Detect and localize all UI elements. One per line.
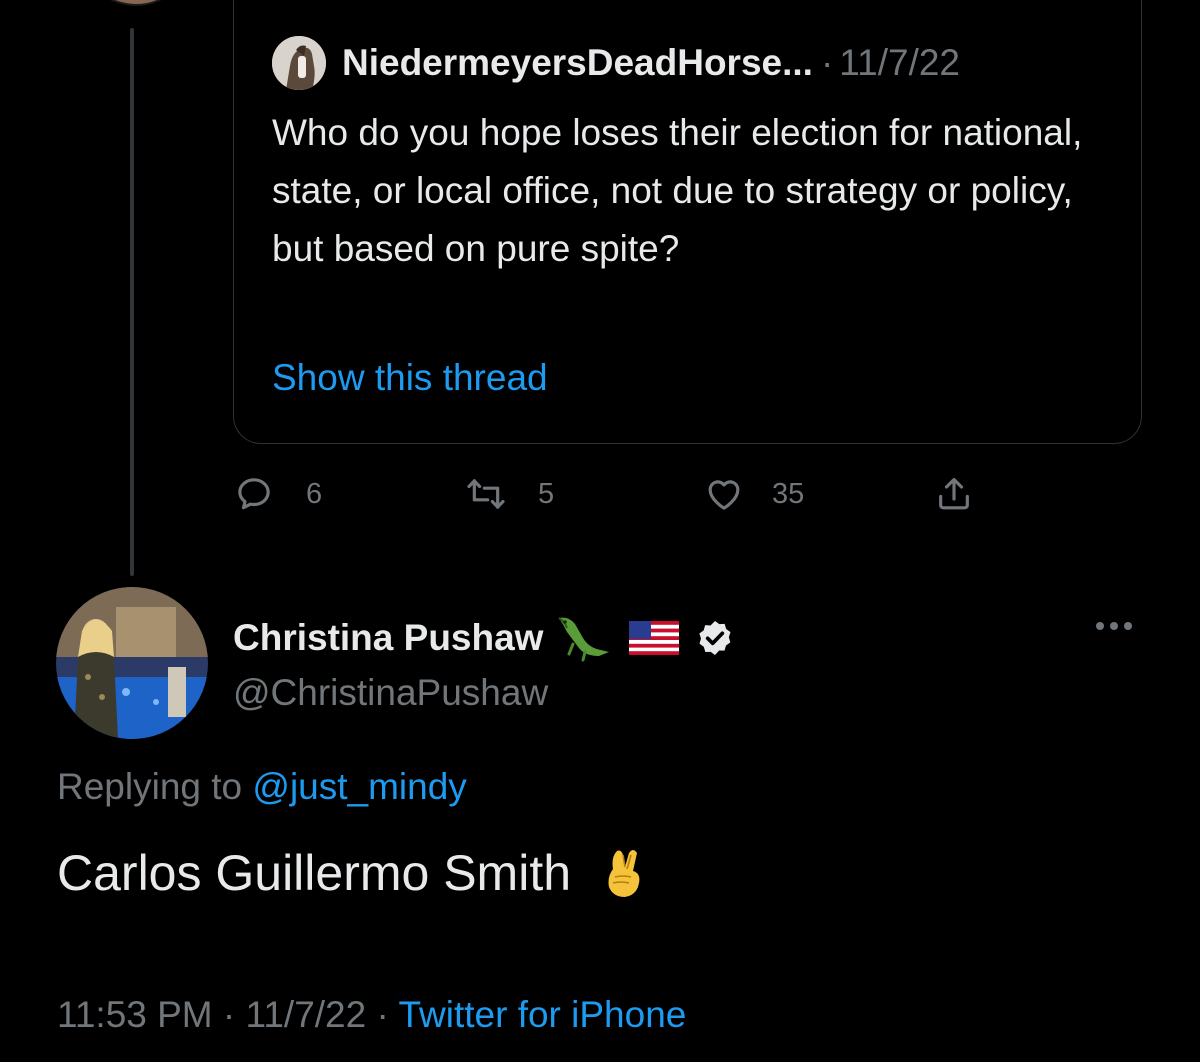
replying-prefix: Replying to <box>57 766 243 807</box>
retweet-button[interactable]: 5 <box>466 474 554 514</box>
show-thread-link[interactable]: Show this thread <box>272 352 548 404</box>
us-flag-emoji-icon <box>629 621 680 655</box>
retweet-icon <box>467 479 505 509</box>
horse-avatar-image <box>272 36 326 90</box>
like-button[interactable]: 35 <box>704 474 804 514</box>
quoted-author-name[interactable]: NiedermeyersDeadHorse... <box>342 42 813 84</box>
retweet-count: 5 <box>538 477 555 510</box>
reply-author-avatar[interactable] <box>56 587 208 739</box>
reply-tweet-text: Carlos Guillermo Smith <box>57 844 645 902</box>
quoted-separator: · <box>820 42 834 83</box>
crossed-fingers-emoji-icon <box>601 847 645 899</box>
like-icon <box>708 480 740 510</box>
alligator-emoji-icon <box>553 614 613 662</box>
more-dot <box>1124 622 1132 630</box>
tweet-date[interactable]: 11/7/22 <box>246 994 367 1035</box>
thread-connector-line <box>130 28 134 576</box>
avatar-photo <box>56 587 208 739</box>
more-dot <box>1110 622 1118 630</box>
more-dot <box>1096 622 1104 630</box>
reply-button[interactable]: 6 <box>234 474 322 514</box>
reply-text-content: Carlos Guillermo Smith <box>57 845 572 901</box>
reply-count: 6 <box>306 477 323 510</box>
quoted-tweet-text: Who do you hope loses their election for… <box>272 112 1083 269</box>
replying-mention-link[interactable]: @just_mindy <box>252 766 466 807</box>
tweet-source-link[interactable]: Twitter for iPhone <box>398 994 686 1035</box>
parent-avatar[interactable] <box>78 0 194 6</box>
reply-author-handle[interactable]: @ChristinaPushaw <box>233 672 548 714</box>
tweet-time[interactable]: 11:53 PM <box>57 994 213 1035</box>
quoted-tweet-header: NiedermeyersDeadHorse... · 11/7/22 <box>342 36 960 90</box>
tweet-timestamp-line: 11:53 PM · 11/7/22 · Twitter for iPhone <box>57 994 686 1036</box>
reply-author-name[interactable]: Christina Pushaw <box>233 617 543 659</box>
share-button[interactable] <box>934 474 974 514</box>
replying-to-line: Replying to @just_mindy <box>57 766 467 808</box>
more-icon[interactable] <box>1096 622 1132 630</box>
share-icon <box>939 477 969 510</box>
footer-separator: · <box>376 994 389 1035</box>
reply-icon <box>238 478 270 510</box>
footer-separator: · <box>222 994 236 1035</box>
reply-author-row: Christina Pushaw <box>233 610 735 666</box>
verified-badge-icon[interactable] <box>695 618 735 658</box>
like-count: 35 <box>772 477 805 510</box>
quoted-date[interactable]: 11/7/22 <box>839 42 960 84</box>
quoted-author-avatar[interactable] <box>272 36 326 90</box>
